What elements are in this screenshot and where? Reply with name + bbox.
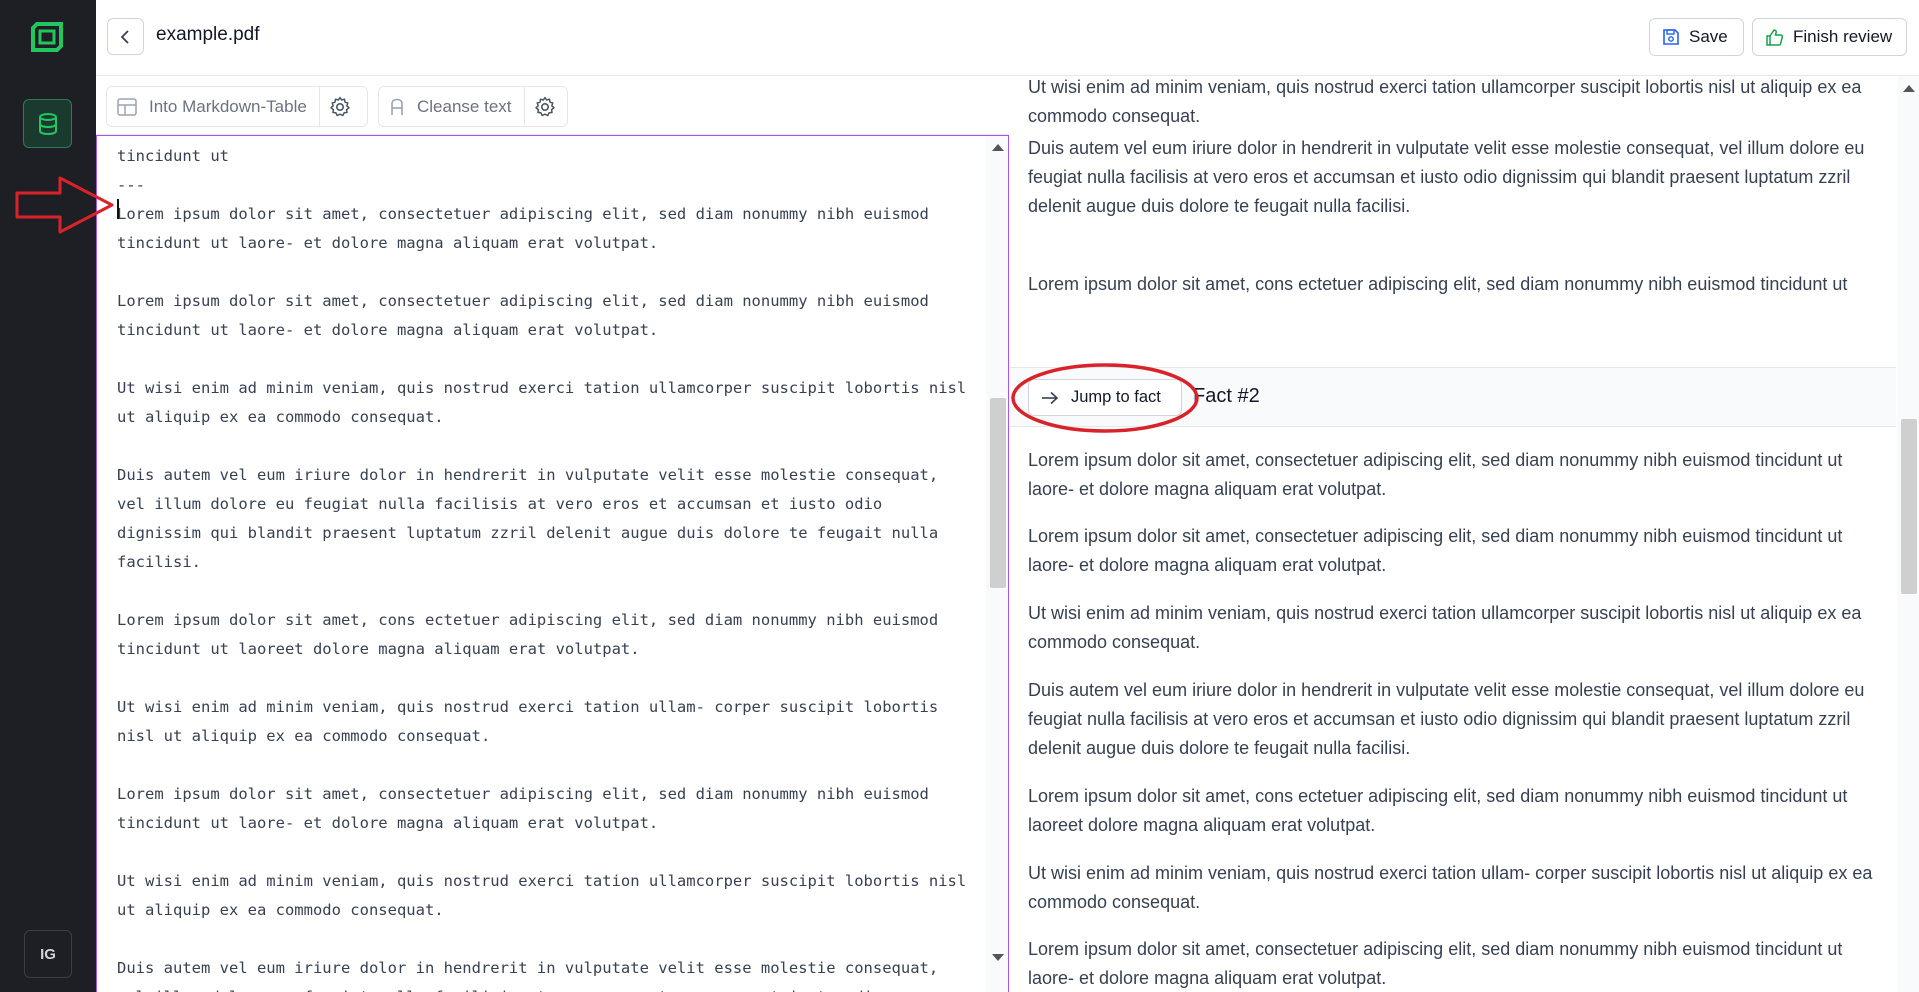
editor-line: nisl ut aliquip ex ea commodo consequat. (117, 727, 491, 745)
facts-scrollbar-thumb[interactable] (1901, 419, 1917, 594)
finish-review-label: Finish review (1793, 27, 1893, 46)
page-title: example.pdf (156, 24, 260, 45)
editor-line: Lorem ipsum dolor sit amet, cons ectetue… (117, 611, 939, 629)
editor-line: Lorem ipsum dolor sit amet, consectetuer… (117, 205, 929, 223)
editor-line: Ut wisi enim ad minim veniam, quis nostr… (117, 698, 939, 716)
facts-scrollbar[interactable] (1897, 77, 1919, 992)
markdown-table-tool: Into Markdown-Table (106, 86, 368, 127)
fact-paragraph: Ut wisi enim ad minim veniam, quis nostr… (1028, 77, 1862, 126)
back-button[interactable] (107, 18, 144, 55)
editor-scrollbar[interactable] (986, 136, 1008, 992)
editor-line: vel illum dolore eu feugiat nulla facili… (117, 983, 977, 992)
markdown-table-settings-button[interactable] (320, 87, 360, 126)
scroll-up-arrow-icon[interactable] (1903, 85, 1915, 92)
fact-paragraph: Duis autem vel eum iriure dolor in hendr… (1028, 680, 1865, 758)
text-cleanse-icon (391, 98, 403, 115)
cleanse-text-label: Cleanse text (417, 96, 512, 116)
editor-line: vel illum dolore eu feugiat nulla facili… (117, 495, 883, 513)
editor-line: tincidunt ut laore- et dolore magna aliq… (117, 814, 659, 832)
editor-line: tincidunt ut laore- et dolore magna aliq… (117, 234, 659, 252)
markdown-editor[interactable]: tincidunt ut --- Lorem ipsum dolor sit ame… (96, 135, 1009, 992)
jump-to-fact-button[interactable]: Jump to fact (1028, 379, 1182, 416)
fact-title: Fact #2 (1193, 385, 1260, 407)
editor-line: Duis autem vel eum iriure dolor in hendr… (117, 466, 939, 484)
finish-review-button[interactable]: Finish review (1752, 18, 1907, 56)
editor-line: ut aliquip ex ea commodo consequat. (117, 901, 444, 919)
fact-header: Jump to fact Fact #2 (1010, 367, 1896, 427)
save-label: Save (1689, 27, 1728, 46)
save-button[interactable]: Save (1649, 18, 1744, 56)
database-icon (38, 112, 57, 135)
jump-to-fact-label: Jump to fact (1071, 388, 1161, 406)
into-markdown-table-button[interactable]: Into Markdown-Table (107, 87, 320, 126)
chevron-left-icon (120, 29, 129, 44)
arrow-right-icon (1042, 391, 1059, 404)
editor-line: tincidunt ut (117, 147, 229, 165)
scroll-down-arrow-icon[interactable] (992, 954, 1004, 961)
editor-line: ut aliquip ex ea commodo consequat. (117, 408, 444, 426)
fact-paragraph: Lorem ipsum dolor sit amet, consectetuer… (1028, 450, 1843, 499)
editor-line: facilisi. (117, 553, 201, 571)
fact-paragraph: Lorem ipsum dolor sit amet, cons ectetue… (1028, 274, 1848, 294)
table-icon (117, 97, 137, 116)
editor-line: Ut wisi enim ad minim veniam, quis nostr… (117, 379, 967, 397)
editor-text[interactable]: tincidunt ut --- Lorem ipsum dolor sit ame… (117, 142, 977, 992)
gear-icon (534, 96, 555, 116)
editor-line: Duis autem vel eum iriure dolor in hendr… (117, 959, 939, 977)
editor-line: dignissim qui blandit praesent luptatum … (117, 524, 939, 542)
editor-line: Ut wisi enim ad minim veniam, quis nostr… (117, 872, 967, 890)
fact-paragraph: Lorem ipsum dolor sit amet, cons ectetue… (1028, 786, 1848, 835)
facts-panel: Ut wisi enim ad minim veniam, quis nostr… (1010, 77, 1919, 992)
user-avatar[interactable]: IG (24, 930, 72, 978)
text-caret (117, 199, 119, 219)
editor-line: tincidunt ut laoreet dolore magna aliqua… (117, 640, 640, 658)
fact-paragraph: Duis autem vel eum iriure dolor in hendr… (1028, 138, 1865, 216)
editor-line: tincidunt ut laore- et dolore magna aliq… (117, 321, 659, 339)
into-markdown-table-label: Into Markdown-Table (149, 96, 307, 116)
nav-database-button[interactable] (23, 99, 72, 148)
thumbs-up-icon (1766, 28, 1784, 46)
fact-paragraph: Lorem ipsum dolor sit amet, consectetuer… (1028, 526, 1843, 575)
fact-paragraph: Lorem ipsum dolor sit amet, consectetuer… (1028, 939, 1843, 988)
editor-toolbar: Into Markdown-Table Cleanse text (96, 77, 1009, 135)
sidebar: IG (0, 0, 96, 992)
gear-icon (330, 96, 350, 116)
fact-paragraph: Ut wisi enim ad minim veniam, quis nostr… (1028, 603, 1862, 652)
cleanse-text-button[interactable]: Cleanse text (379, 87, 525, 126)
cleanse-text-settings-button[interactable] (525, 87, 565, 126)
fact-paragraph: Ut wisi enim ad minim veniam, quis nostr… (1028, 863, 1873, 912)
floppy-disk-icon (1663, 29, 1679, 45)
editor-line: Lorem ipsum dolor sit amet, consectetuer… (117, 785, 929, 803)
editor-scrollbar-thumb[interactable] (990, 398, 1006, 588)
cleanse-text-tool: Cleanse text (378, 86, 568, 127)
top-header: example.pdf Save Finish review (96, 0, 1919, 76)
editor-panel: Into Markdown-Table Cleanse text tincidu… (96, 77, 1009, 992)
editor-line: Lorem ipsum dolor sit amet, consectetuer… (117, 292, 929, 310)
scroll-up-arrow-icon[interactable] (992, 144, 1004, 151)
app-logo-icon[interactable] (31, 22, 63, 52)
editor-line: --- (117, 176, 145, 194)
